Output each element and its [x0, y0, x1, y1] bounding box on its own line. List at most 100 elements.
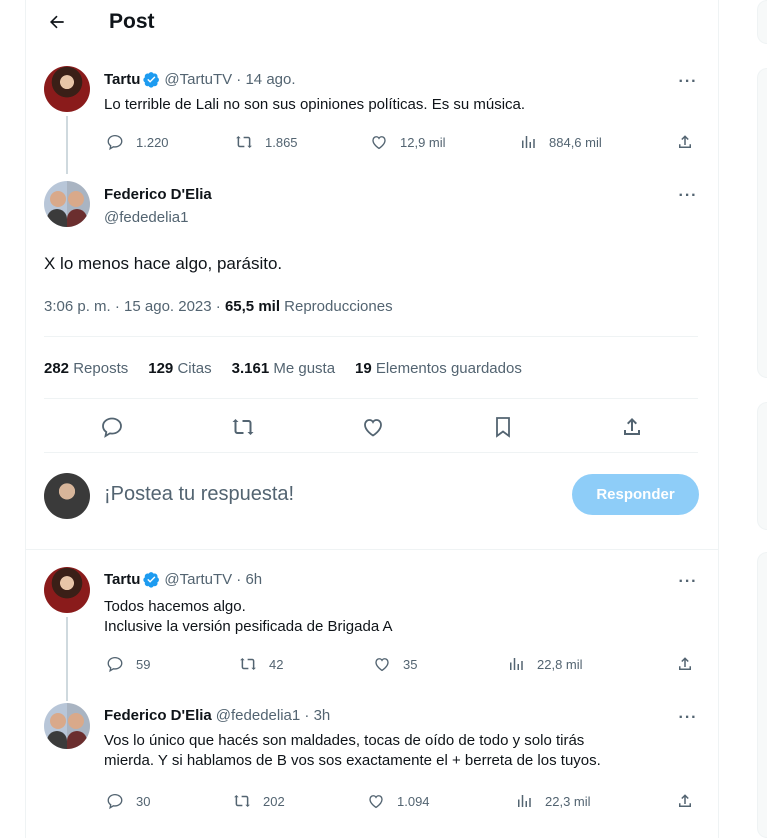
- reply-input[interactable]: ¡Postea tu respuesta!: [104, 483, 294, 506]
- reply-button[interactable]: 59: [106, 655, 150, 673]
- heart-icon: [375, 658, 389, 672]
- share-icon: [679, 657, 691, 670]
- like-button[interactable]: 12,9 mil: [370, 133, 446, 151]
- likes-label: Me gusta: [273, 360, 336, 377]
- share-icon[interactable]: [620, 415, 644, 439]
- views-bar-chart-icon: [518, 795, 531, 807]
- share-icon: [679, 794, 691, 807]
- author-handle-time[interactable]: @fededelia1 · 3h: [216, 707, 330, 724]
- repost-button[interactable]: 1.865: [235, 133, 298, 151]
- share-icon: [679, 135, 691, 148]
- views-count: 65,5 mil: [224, 298, 280, 315]
- reply-submit-button[interactable]: Responder: [572, 474, 699, 515]
- tweet-text: Vos lo único que hacés son maldades, toc…: [104, 732, 601, 769]
- repost-icon: [240, 658, 256, 670]
- post-header: Post: [25, 0, 719, 50]
- share-button[interactable]: [676, 792, 694, 810]
- avatar[interactable]: [44, 181, 90, 227]
- like-count: 1.094: [397, 793, 430, 809]
- views-button[interactable]: 22,8 mil: [507, 655, 583, 673]
- likes-stat[interactable]: 3.161 Me gusta: [232, 360, 335, 377]
- views-count: 22,3 mil: [545, 793, 591, 809]
- share-button[interactable]: [676, 655, 694, 673]
- avatar[interactable]: [44, 66, 90, 112]
- more-options-icon[interactable]: ···: [676, 186, 700, 206]
- like-count: 12,9 mil: [400, 134, 446, 150]
- tweet-text: Todos hacemos algo. Inclusive la versión…: [104, 598, 393, 635]
- like-button[interactable]: 35: [373, 655, 417, 673]
- divider: [44, 452, 698, 453]
- reply-count: 59: [136, 656, 151, 672]
- tweet-text: Lo terrible de Lali no son sus opiniones…: [104, 96, 526, 113]
- heart-icon[interactable]: [361, 415, 385, 439]
- author-name[interactable]: Federico D'Elia: [104, 707, 212, 724]
- share-button[interactable]: [676, 133, 694, 151]
- author-name[interactable]: Tartu: [104, 571, 140, 588]
- more-options-icon[interactable]: ···: [676, 708, 700, 728]
- divider: [25, 549, 719, 550]
- more-options-icon[interactable]: ···: [676, 72, 700, 92]
- repost-icon[interactable]: [231, 415, 255, 439]
- main-tweet-text: X lo menos hace algo, parásito.: [44, 254, 283, 273]
- repost-count: 1.865: [265, 134, 298, 150]
- timestamp-text[interactable]: 3:06 p. m. · 15 ago. 2023 ·: [44, 298, 225, 315]
- quotes-stat[interactable]: 129 Citas: [148, 360, 211, 377]
- repost-icon: [236, 136, 252, 148]
- back-arrow-icon[interactable]: [43, 8, 71, 36]
- author-name[interactable]: Tartu: [104, 71, 140, 88]
- author-handle-time[interactable]: @TartuTV · 14 ago.: [164, 71, 295, 88]
- author-handle-time[interactable]: @TartuTV · 6h: [164, 571, 262, 588]
- reply-count: 1.220: [136, 134, 169, 150]
- current-user-avatar[interactable]: [44, 473, 90, 519]
- views-label: Reproducciones: [280, 298, 393, 315]
- reply-icon: [107, 656, 123, 673]
- sidebar-card-edge: [757, 552, 767, 838]
- page-title: Post: [109, 10, 155, 33]
- tweet-author-row: Federico D'Elia @fededelia1 · 3h: [104, 707, 330, 724]
- tweet-author-row: Tartu @TartuTV · 6h: [104, 571, 262, 588]
- author-name[interactable]: Federico D'Elia: [104, 186, 212, 203]
- avatar[interactable]: [44, 703, 90, 749]
- like-count: 35: [403, 656, 418, 672]
- repost-icon: [234, 795, 250, 807]
- avatar[interactable]: [44, 567, 90, 613]
- sidebar-card-edge: [757, 68, 767, 378]
- reposts-count: 282: [44, 360, 70, 377]
- verified-badge-icon: [143, 572, 160, 588]
- likes-count: 3.161: [231, 360, 270, 377]
- sidebar-card-edge: [757, 402, 767, 530]
- views-button[interactable]: 22,3 mil: [515, 792, 591, 810]
- reply-button[interactable]: 30: [106, 792, 150, 810]
- views-button[interactable]: 884,6 mil: [519, 133, 602, 151]
- author-handle[interactable]: @fededelia1: [104, 209, 188, 226]
- more-options-icon[interactable]: ···: [676, 572, 700, 592]
- heart-icon: [372, 136, 386, 150]
- quotes-label: Citas: [177, 360, 212, 377]
- repost-count: 202: [263, 793, 285, 809]
- reply-icon: [107, 793, 123, 810]
- like-button[interactable]: 1.094: [367, 792, 430, 810]
- engagement-stats: 282 Reposts 129 Citas 3.161 Me gusta 19 …: [44, 360, 542, 377]
- bookmark-icon[interactable]: [491, 415, 515, 439]
- reposts-label: Reposts: [73, 360, 129, 377]
- tweet-timestamp: 3:06 p. m. · 15 ago. 2023 · 65,5 mil Rep…: [44, 298, 393, 315]
- repost-count: 42: [269, 656, 284, 672]
- views-count: 22,8 mil: [537, 656, 583, 672]
- repost-button[interactable]: 42: [239, 655, 283, 673]
- reposts-stat[interactable]: 282 Reposts: [44, 360, 128, 377]
- verified-badge-icon: [143, 72, 160, 88]
- heart-icon: [369, 795, 383, 809]
- reply-icon[interactable]: [100, 415, 124, 439]
- quotes-count: 129: [148, 360, 174, 377]
- thread-line: [66, 116, 68, 174]
- reply-count: 30: [136, 793, 151, 809]
- thread-line: [66, 617, 68, 701]
- repost-button[interactable]: 202: [233, 792, 285, 810]
- bookmarks-stat[interactable]: 19 Elementos guardados: [355, 360, 522, 377]
- reply-button[interactable]: 1.220: [106, 133, 169, 151]
- divider: [44, 398, 698, 399]
- tweet-author-row: Tartu @TartuTV · 14 ago.: [104, 71, 296, 88]
- bookmarks-count: 19: [355, 360, 372, 377]
- reply-icon: [107, 134, 123, 151]
- bookmarks-label: Elementos guardados: [375, 360, 522, 377]
